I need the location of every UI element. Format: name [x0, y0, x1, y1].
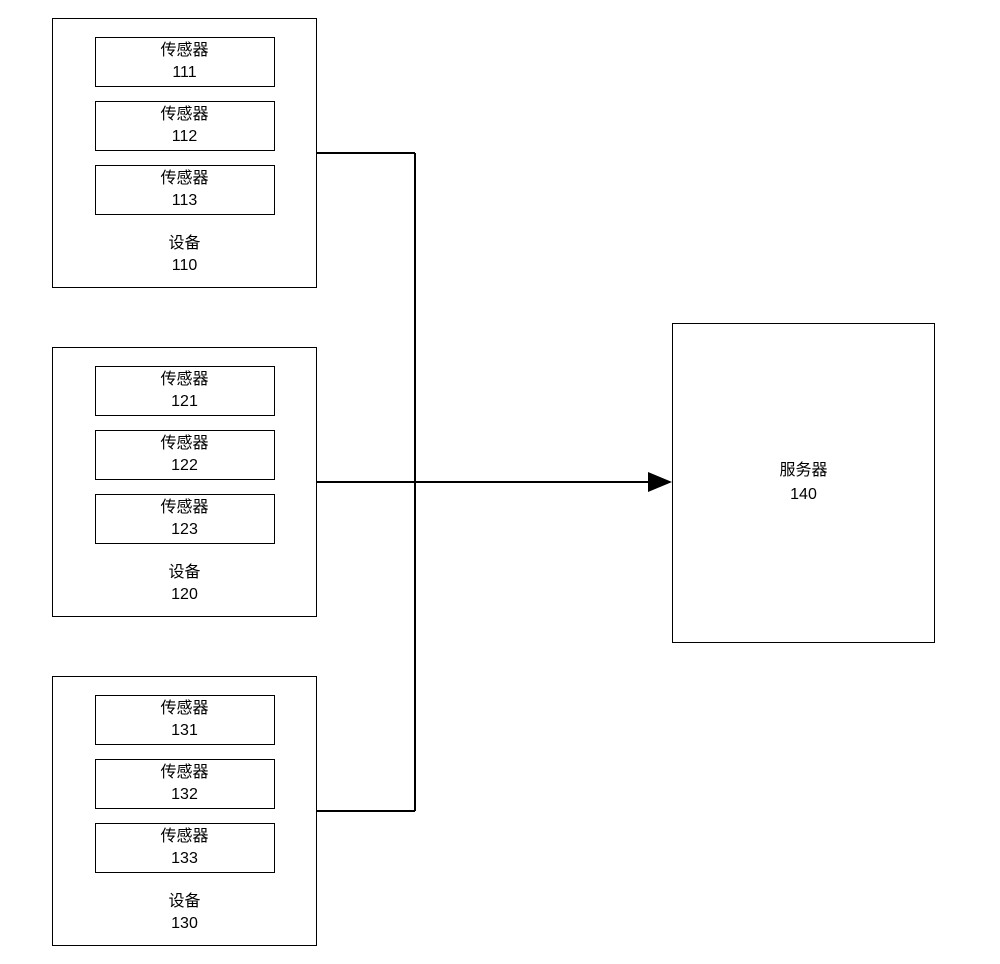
connector-lines: [0, 0, 1000, 964]
